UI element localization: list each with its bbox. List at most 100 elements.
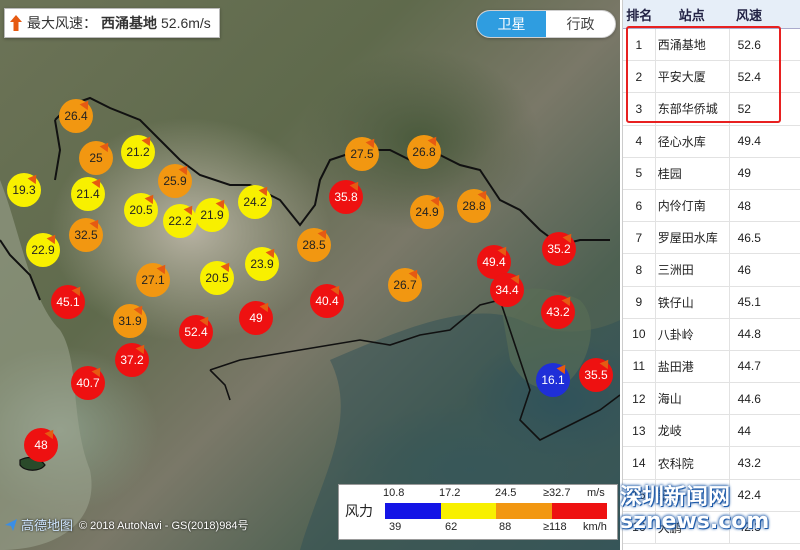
table-row[interactable]: 14 农科院 43.2	[623, 447, 800, 480]
table-row[interactable]: 7 罗屋田水库 46.5	[623, 222, 800, 255]
wind-marker-value: 25.9	[163, 174, 187, 188]
wind-marker-value: 52.4	[184, 325, 208, 339]
wind-marker[interactable]: 34.4	[490, 271, 524, 307]
wind-marker[interactable]: 23.9	[245, 245, 279, 281]
wind-marker[interactable]: 19.3	[7, 171, 41, 207]
watermark-cn: 深圳新闻网	[620, 485, 731, 510]
satellite-map[interactable]: 26.4 25 21.2 19.3 21.4 25.9 20.5 22.2 21.9 24.2 22…	[0, 0, 620, 550]
wind-marker[interactable]: 31.9	[113, 302, 147, 338]
legend-ms-2: 17.2	[439, 487, 461, 499]
speed-cell: 46.5	[737, 230, 761, 245]
speed-cell: 44.8	[737, 327, 761, 342]
wind-marker[interactable]: 27.1	[136, 261, 170, 297]
speed-cell: 49	[737, 166, 751, 181]
wind-marker-value: 21.2	[126, 145, 150, 159]
table-row[interactable]: 10 八卦岭 44.8	[623, 318, 800, 351]
wind-marker[interactable]: 24.2	[238, 183, 272, 219]
legend-ms-4: ≥32.7	[543, 487, 571, 499]
table-row[interactable]: 13 龙岐 44	[623, 415, 800, 448]
wind-marker[interactable]: 35.5	[579, 356, 613, 392]
wind-marker[interactable]: 16.1	[536, 361, 570, 397]
header-speed: 风速	[736, 7, 763, 23]
wind-marker-value: 26.7	[393, 278, 417, 292]
wind-marker-value: 22.9	[31, 243, 55, 257]
wind-marker-value: 37.2	[120, 353, 144, 367]
wind-marker[interactable]: 52.4	[179, 313, 213, 349]
table-row[interactable]: 3 东部华侨城 52	[623, 93, 800, 126]
admin-tab[interactable]: 行政	[546, 11, 615, 37]
legend-kmh-unit: km/h	[583, 521, 607, 533]
wind-marker[interactable]: 28.5	[297, 226, 331, 262]
wind-marker[interactable]: 49	[239, 299, 273, 335]
table-row[interactable]: 6 内伶仃南 48	[623, 189, 800, 223]
wind-marker[interactable]: 35.2	[542, 230, 576, 266]
wind-marker[interactable]: 21.9	[195, 196, 229, 232]
wind-marker-value: 43.2	[546, 305, 570, 319]
wind-marker-value: 27.1	[141, 273, 165, 287]
station-cell: 平安大厦	[656, 61, 730, 93]
wind-marker[interactable]: 45.1	[51, 283, 85, 319]
wind-marker[interactable]: 25	[79, 139, 113, 175]
station-cell: 三洲田	[656, 254, 730, 286]
table-row[interactable]: 9 铁仔山 45.1	[623, 286, 800, 319]
station-cell: 径心水库	[656, 125, 730, 157]
table-row[interactable]: 2 平安大厦 52.4	[623, 61, 800, 94]
watermark-url: sznews.com	[620, 509, 770, 534]
table-row[interactable]: 1 西涌基地 52.6	[623, 29, 800, 62]
wind-marker[interactable]: 32.5	[69, 216, 103, 252]
wind-marker[interactable]: 35.8	[329, 178, 363, 214]
legend-color-bar	[385, 503, 607, 519]
wind-marker[interactable]: 26.8	[407, 133, 441, 169]
wind-marker[interactable]: 24.9	[410, 193, 444, 229]
wind-marker[interactable]: 40.7	[71, 364, 105, 400]
speed-cell: 44.7	[737, 359, 761, 374]
wind-marker[interactable]: 21.2	[121, 133, 155, 169]
wind-legend: 风力 10.8 17.2 24.5 ≥32.7 m/s 39 62 88 ≥11…	[338, 484, 618, 540]
station-cell: 西涌基地	[656, 29, 730, 61]
wind-marker-value: 35.2	[547, 242, 571, 256]
wind-marker-value: 40.4	[315, 294, 339, 308]
wind-marker-value: 20.5	[205, 271, 229, 285]
wind-marker[interactable]: 22.9	[26, 231, 60, 267]
wind-marker-value: 24.9	[415, 205, 439, 219]
wind-marker[interactable]: 20.5	[124, 191, 158, 227]
station-cell: 内伶仃南	[656, 189, 730, 222]
wind-marker[interactable]: 26.4	[59, 97, 93, 133]
wind-marker-value: 40.7	[76, 376, 100, 390]
wind-marker-value: 27.5	[350, 147, 374, 161]
wind-marker[interactable]: 20.5	[200, 259, 234, 295]
satellite-tab[interactable]: 卫星	[477, 11, 546, 37]
boundary-lines	[0, 96, 620, 550]
wind-marker-value: 49	[249, 311, 263, 325]
rank-cell: 12	[623, 383, 656, 415]
table-row[interactable]: 4 径心水库 49.4	[623, 125, 800, 158]
wind-marker-value: 20.5	[129, 203, 153, 217]
wind-marker[interactable]: 40.4	[310, 282, 344, 318]
map-type-toggle[interactable]: 卫星 行政	[476, 10, 616, 38]
wind-marker-value: 45.1	[56, 295, 80, 309]
header-rank: 排名	[626, 7, 653, 23]
rank-cell: 1	[623, 29, 656, 61]
wind-marker-value: 23.9	[250, 257, 274, 271]
table-row[interactable]: 11 盐田港 44.7	[623, 350, 800, 384]
wind-marker[interactable]: 21.4	[71, 175, 105, 211]
wind-marker[interactable]: 22.2	[163, 202, 197, 238]
table-row[interactable]: 5 桂园 49	[623, 157, 800, 190]
wind-marker[interactable]: 27.5	[345, 135, 379, 171]
watermark: 深圳新闻网 sznews.com	[620, 486, 769, 534]
rank-cell: 9	[623, 286, 656, 318]
wind-marker[interactable]: 43.2	[541, 293, 575, 329]
wind-marker[interactable]: 28.8	[457, 187, 491, 223]
station-cell: 东部华侨城	[656, 93, 730, 125]
legend-swatch-blue	[385, 503, 441, 519]
wind-marker-value: 22.2	[168, 214, 192, 228]
wind-marker[interactable]: 37.2	[115, 341, 149, 377]
rank-cell: 5	[623, 157, 656, 189]
station-cell: 桂园	[656, 157, 730, 189]
table-row[interactable]: 12 海山 44.6	[623, 383, 800, 416]
rank-cell: 4	[623, 125, 656, 157]
wind-marker[interactable]: 48	[24, 426, 58, 462]
wind-marker[interactable]: 26.7	[388, 266, 422, 302]
wind-marker[interactable]: 25.9	[158, 162, 192, 198]
table-row[interactable]: 8 三洲田 46	[623, 254, 800, 287]
